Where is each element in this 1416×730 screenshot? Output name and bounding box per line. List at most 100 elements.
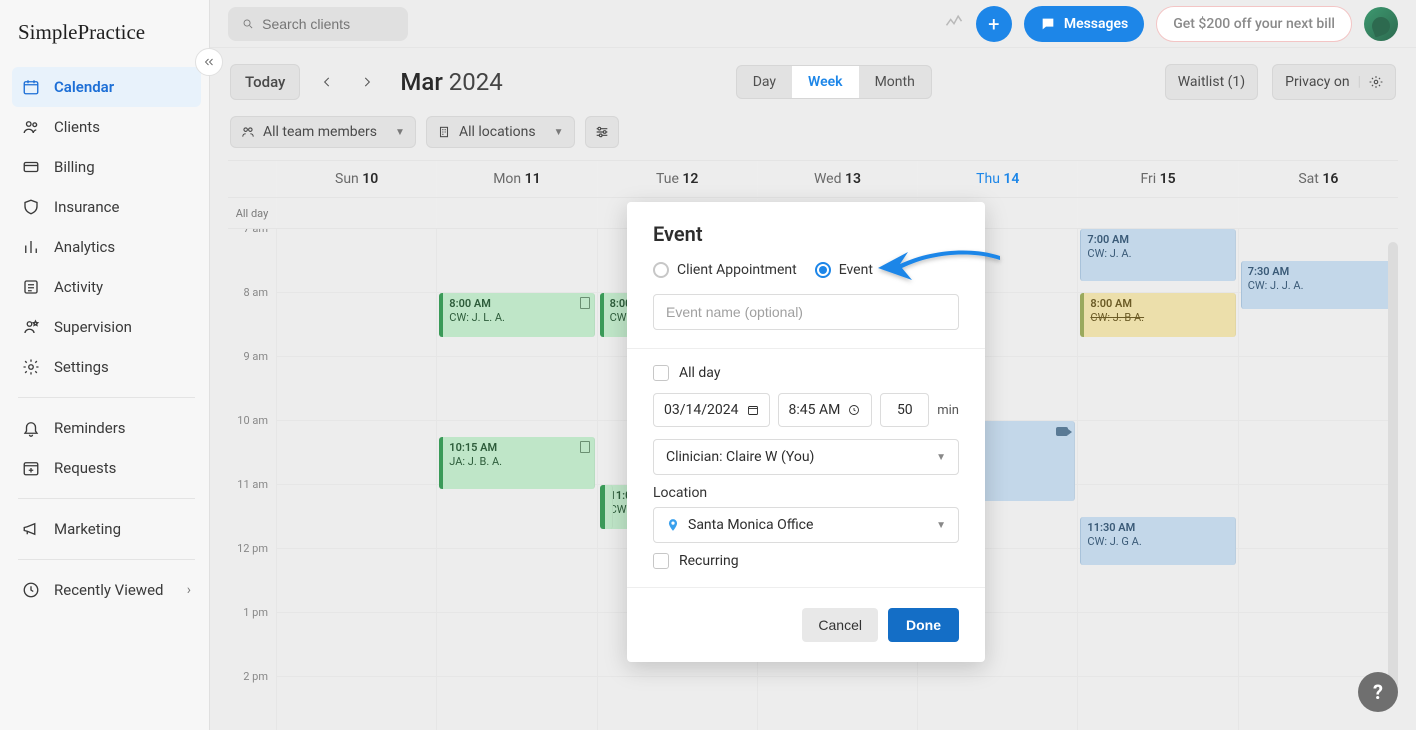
top-bar: + Messages Get $200 off your next bill (210, 0, 1416, 48)
allday-checkbox[interactable] (653, 365, 669, 381)
chevron-right-icon: › (187, 582, 191, 598)
plus-icon: + (988, 12, 999, 36)
recurring-label: Recurring (679, 553, 739, 569)
event[interactable]: 11:30 AM CW: J. G A. (1080, 517, 1235, 565)
gear-icon (22, 358, 40, 376)
location-select[interactable]: Santa Monica Office ▼ (653, 507, 959, 543)
user-avatar[interactable] (1364, 7, 1398, 41)
nav-marketing[interactable]: Marketing (12, 509, 201, 549)
nav-label: Activity (54, 278, 103, 296)
waitlist-button[interactable]: Waitlist (1) (1165, 64, 1258, 100)
nav-billing[interactable]: Billing (12, 147, 201, 187)
event-sliver[interactable] (601, 485, 613, 529)
nav-recent[interactable]: Recently Viewed › (12, 570, 201, 610)
team-filter[interactable]: All team members ▼ (230, 116, 416, 148)
calendar-plus-icon (22, 459, 40, 477)
event[interactable]: 8:00 AM CW: J. L. A. (439, 293, 594, 337)
today-button[interactable]: Today (230, 64, 300, 100)
messages-button[interactable]: Messages (1024, 6, 1144, 42)
view-month[interactable]: Month (859, 66, 931, 98)
day-col-fri[interactable]: 7:00 AM CW: J. A. 8:00 AM CW: J. B A. 11… (1077, 229, 1237, 730)
allday-cell[interactable] (1077, 198, 1237, 228)
analytics-shortcut[interactable] (944, 12, 964, 36)
allday-cell[interactable] (276, 198, 436, 228)
duration-field[interactable]: 50 (880, 393, 929, 427)
prev-week-button[interactable] (314, 69, 340, 95)
view-segmented: Day Week Month (736, 65, 932, 99)
next-week-button[interactable] (354, 69, 380, 95)
day-head-sun[interactable]: Sun 10 (276, 161, 436, 197)
day-col-sun[interactable] (276, 229, 436, 730)
allday-cell[interactable] (1238, 198, 1398, 228)
radio-icon (815, 262, 831, 278)
radio-client-appointment[interactable]: Client Appointment (653, 262, 797, 278)
people-icon (22, 118, 40, 136)
cancel-button[interactable]: Cancel (802, 608, 878, 642)
nav-calendar[interactable]: Calendar (12, 67, 201, 107)
search-clients[interactable] (228, 7, 408, 41)
done-button[interactable]: Done (888, 608, 959, 642)
nav-label: Requests (54, 459, 116, 477)
day-head-thu[interactable]: Thu 14 (917, 161, 1077, 197)
sidebar-collapse-button[interactable] (195, 48, 223, 76)
nav-label: Marketing (54, 520, 121, 538)
nav-settings[interactable]: Settings (12, 347, 201, 387)
search-input[interactable] (262, 16, 394, 32)
day-head-sat[interactable]: Sat 16 (1238, 161, 1398, 197)
promo-button[interactable]: Get $200 off your next bill (1156, 6, 1352, 42)
scrollbar[interactable] (1388, 242, 1398, 696)
recurring-checkbox[interactable] (653, 553, 669, 569)
help-button[interactable]: ? (1358, 672, 1398, 712)
nav-label: Calendar (54, 78, 114, 96)
nav-supervision[interactable]: Supervision (12, 307, 201, 347)
building-icon (437, 125, 451, 139)
event[interactable]: 8:00 AM CW: J. B A. (1080, 293, 1235, 337)
allday-label: All day (679, 365, 720, 381)
filter-row: All team members ▼ All locations ▼ (210, 116, 1416, 160)
nav-insurance[interactable]: Insurance (12, 187, 201, 227)
nav-clients[interactable]: Clients (12, 107, 201, 147)
filter-settings[interactable] (585, 116, 619, 148)
new-button[interactable]: + (976, 6, 1012, 42)
nav-requests[interactable]: Requests (12, 448, 201, 488)
event-name-input[interactable] (653, 294, 959, 330)
person-star-icon (22, 318, 40, 336)
main-nav: Calendar Clients Billing Insurance Analy… (0, 55, 209, 610)
day-head-mon[interactable]: Mon 11 (436, 161, 596, 197)
nav-label: Settings (54, 358, 109, 376)
caret-icon: ▼ (936, 520, 946, 531)
shield-icon (22, 198, 40, 216)
day-head-fri[interactable]: Fri 15 (1077, 161, 1237, 197)
time-field[interactable]: 8:45 AM (778, 393, 873, 427)
doc-icon (580, 297, 590, 309)
day-head-wed[interactable]: Wed 13 (757, 161, 917, 197)
chevron-left-icon (320, 75, 334, 89)
button-label: Messages (1064, 16, 1128, 32)
event[interactable]: 10:15 AM JA: J. B. A. (439, 437, 594, 489)
event[interactable]: 7:00 AM CW: J. A. (1080, 229, 1235, 281)
clock-icon (848, 404, 860, 416)
nav-activity[interactable]: Activity (12, 267, 201, 307)
calendar-icon (747, 404, 759, 416)
location-label: Location (653, 485, 959, 501)
radio-event[interactable]: Event (815, 262, 873, 278)
day-col-sat[interactable]: 7:30 AM CW: J. J. A. (1238, 229, 1398, 730)
search-icon (242, 17, 254, 31)
day-head-tue[interactable]: Tue 12 (597, 161, 757, 197)
event[interactable]: 7:30 AM CW: J. J. A. (1241, 261, 1396, 309)
nav-label: Billing (54, 158, 95, 176)
privacy-toggle[interactable]: Privacy on | (1272, 64, 1396, 100)
date-field[interactable]: 03/14/2024 (653, 393, 770, 427)
clinician-select[interactable]: Clinician: Claire W (You) ▼ (653, 439, 959, 475)
nav-label: Supervision (54, 318, 132, 336)
view-day[interactable]: Day (737, 66, 792, 98)
bell-icon (22, 419, 40, 437)
location-filter[interactable]: All locations ▼ (426, 116, 575, 148)
nav-analytics[interactable]: Analytics (12, 227, 201, 267)
day-col-mon[interactable]: 8:00 AM CW: J. L. A. 10:15 AM JA: J. B. … (436, 229, 596, 730)
nav-reminders[interactable]: Reminders (12, 408, 201, 448)
allday-cell[interactable] (436, 198, 596, 228)
video-icon (1056, 427, 1068, 436)
pin-icon (666, 518, 680, 532)
view-week[interactable]: Week (792, 66, 859, 98)
